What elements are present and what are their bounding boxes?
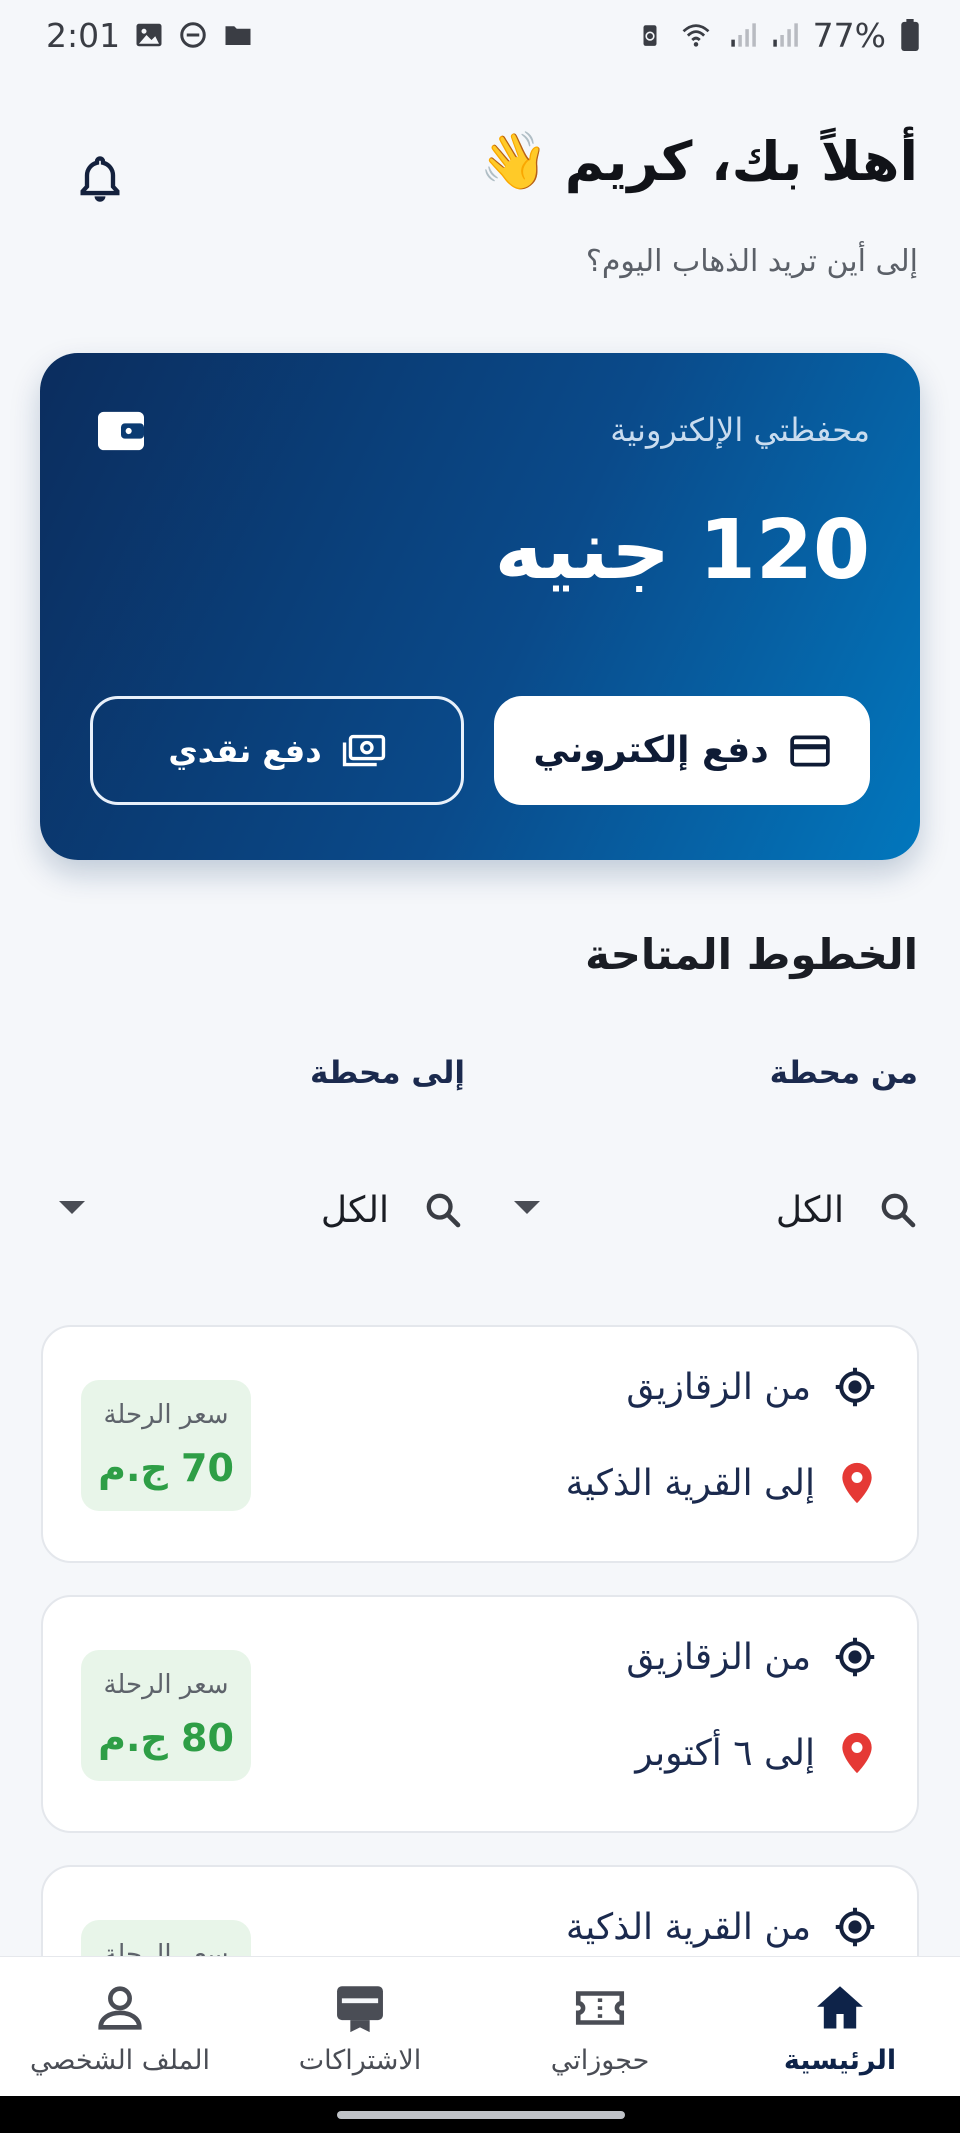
- origin-target-icon: [835, 1637, 875, 1677]
- nav-profile-label: الملف الشخصي: [30, 2045, 210, 2076]
- route-to-row: إلى ٦ أكتوبر: [635, 1731, 877, 1775]
- wifi-icon: [682, 24, 710, 47]
- from-station-select[interactable]: الكل: [500, 1175, 920, 1245]
- credit-card-icon: [789, 735, 830, 766]
- home-gesture-handle[interactable]: [337, 2111, 625, 2119]
- nav-profile[interactable]: الملف الشخصي: [0, 1957, 240, 2096]
- nav-home-label: الرئيسية: [783, 2045, 897, 2076]
- route-from-text: من القرية الذكية: [565, 1906, 811, 1948]
- battery-percent: 77%: [812, 15, 886, 55]
- nav-bookings-label: حجوزاتي: [550, 2045, 650, 2076]
- home-icon: [817, 1986, 863, 2029]
- do-not-disturb-icon: [180, 22, 206, 48]
- trip-price-label: سعر الرحلة: [103, 1400, 229, 1430]
- route-to-row: إلى القرية الذكية: [566, 1461, 877, 1505]
- status-time: 2:01: [46, 15, 121, 55]
- system-gesture-bar: [0, 2096, 960, 2133]
- greeting-text: أهلاً بك، كريم: [564, 129, 918, 193]
- battery-icon: [901, 19, 919, 51]
- route-to-text: إلى القرية الذكية: [565, 1462, 815, 1504]
- cash-pay-label: دفع نقدي: [168, 731, 322, 770]
- route-from-text: من الزقازيق: [626, 1366, 811, 1408]
- destination-pin-icon: [842, 1462, 872, 1504]
- status-right: 77%: [637, 16, 920, 55]
- card-membership-icon: [337, 1986, 383, 2033]
- person-icon: [98, 1986, 142, 2030]
- route-from-row: من الزقازيق: [626, 1365, 877, 1409]
- greeting-heading: أهلاً بك، كريم 👋: [479, 128, 918, 194]
- trip-price-label: سعر الرحلة: [103, 1670, 229, 1700]
- folder-icon: [225, 26, 251, 45]
- route-from-row: من القرية الذكية: [566, 1905, 877, 1949]
- electronic-pay-label: دفع إلكتروني: [533, 730, 769, 771]
- to-station-label: إلى محطة: [310, 1055, 465, 1091]
- signal-icon-1: [730, 23, 756, 47]
- route-to-text: إلى ٦ أكتوبر: [635, 1732, 815, 1774]
- wallet-icon: [98, 411, 144, 451]
- route-card[interactable]: من الزقازيق إلى ٦ أكتوبر سعر الرحلة 80 ج…: [41, 1595, 919, 1833]
- ticket-icon: [575, 1991, 625, 2025]
- available-lines-title: الخطوط المتاحة: [585, 930, 918, 979]
- trip-price-value: 80 ج.م: [98, 1716, 234, 1760]
- from-station-label: من محطة: [769, 1055, 918, 1091]
- home-screen: 2:01 77% أهلاً بك، كريم 👋 إلى أين تريد ا…: [0, 0, 960, 2133]
- status-left: 2:01: [46, 16, 254, 55]
- trip-price-box: سعر الرحلة 70 ج.م: [81, 1380, 251, 1511]
- chevron-down-icon: [514, 1201, 540, 1214]
- nav-subscriptions[interactable]: الاشتراكات: [240, 1957, 480, 2096]
- trip-price-box: سعر الرحلة 80 ج.م: [81, 1650, 251, 1781]
- route-card[interactable]: من الزقازيق إلى القرية الذكية سعر الرحلة…: [41, 1325, 919, 1563]
- route-from-row: من الزقازيق: [626, 1635, 877, 1679]
- to-station-select[interactable]: الكل: [45, 1175, 465, 1245]
- to-station-value: الكل: [320, 1189, 389, 1231]
- wallet-label: محفظتي الإلكترونية: [610, 411, 870, 449]
- cash-pay-button[interactable]: دفع نقدي: [90, 696, 464, 805]
- notifications-bell-icon[interactable]: [74, 152, 126, 206]
- nav-subscriptions-label: الاشتراكات: [298, 2045, 422, 2076]
- greeting-subtitle: إلى أين تريد الذهاب اليوم؟: [585, 244, 918, 279]
- wallet-balance: 120 جنيه: [494, 503, 871, 598]
- search-icon: [881, 1193, 916, 1228]
- status-bar: 2:01 77%: [0, 0, 960, 70]
- electronic-pay-button[interactable]: دفع إلكتروني: [494, 696, 870, 805]
- origin-target-icon: [835, 1367, 875, 1407]
- waving-hand-icon: 👋: [479, 129, 549, 194]
- signal-icon-2: [772, 23, 798, 47]
- origin-target-icon: [835, 1907, 875, 1947]
- data-saver-icon: [643, 25, 657, 46]
- search-icon: [426, 1193, 461, 1228]
- trip-price-value: 70 ج.م: [98, 1446, 234, 1490]
- from-station-value: الكل: [775, 1189, 844, 1231]
- nav-home[interactable]: الرئيسية: [720, 1957, 960, 2096]
- nav-bookings[interactable]: حجوزاتي: [480, 1957, 720, 2096]
- route-from-text: من الزقازيق: [626, 1636, 811, 1678]
- bottom-navigation: الرئيسية حجوزاتي الاشتراكات الملف الشخصي: [0, 1956, 960, 2096]
- image-notification-icon: [136, 23, 162, 47]
- cash-icon: [342, 734, 385, 766]
- wallet-card: محفظتي الإلكترونية 120 جنيه دفع إلكتروني…: [40, 353, 920, 860]
- chevron-down-icon: [59, 1201, 85, 1214]
- destination-pin-icon: [842, 1732, 872, 1774]
